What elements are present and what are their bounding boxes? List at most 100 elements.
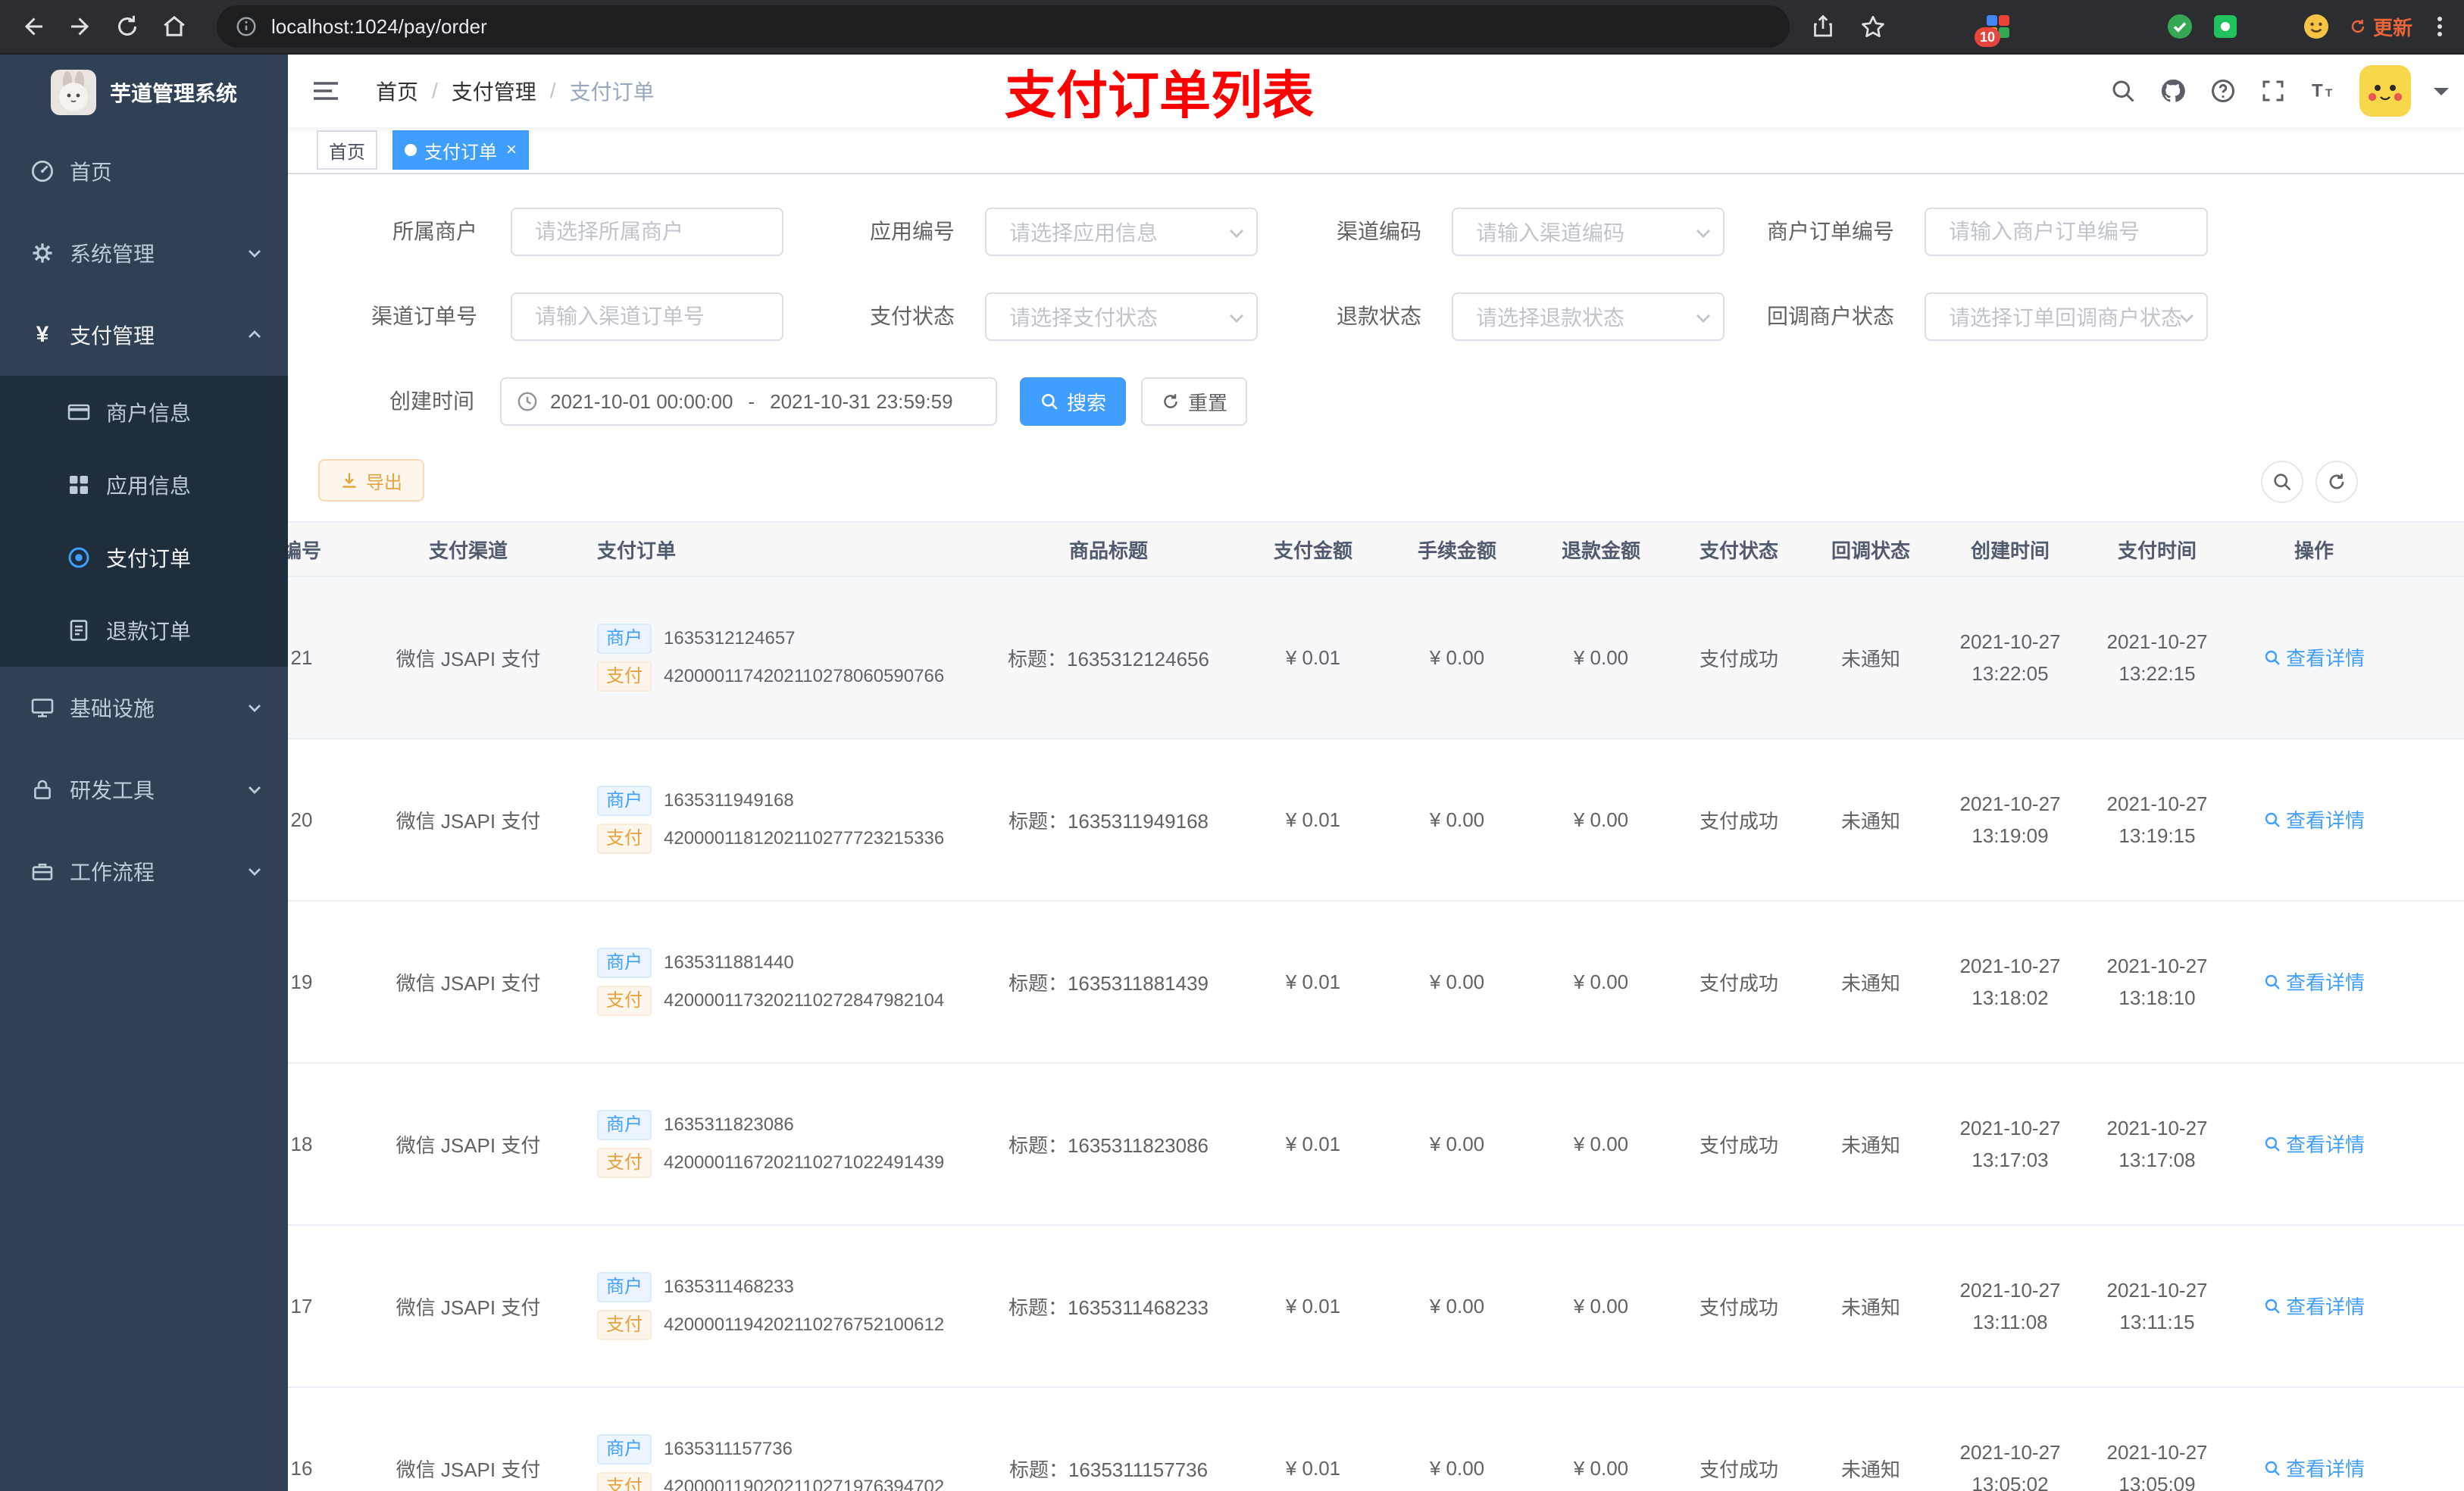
col-header-actions: 操作 [2231,521,2397,577]
refund-status-select[interactable]: 请选择退款状态 [1452,292,1724,341]
sidebar-item-pay-order[interactable]: 支付订单 [0,521,288,594]
filter-label-merchant-order-no: 商户订单编号 [1766,220,1894,243]
breadcrumb-home[interactable]: 首页 [376,76,418,106]
pay-status-select[interactable]: 请选择支付状态 [985,292,1258,341]
view-detail-link[interactable]: 查看详情 [2263,967,2365,996]
browser-menu-icon[interactable] [2437,17,2443,36]
dashboard-icon [30,159,55,183]
sidebar-item-app-info[interactable]: 应用信息 [0,449,288,521]
tab-home[interactable]: 首页 [317,130,377,170]
view-detail-link[interactable]: 查看详情 [2263,1130,2365,1158]
owner-merchant-input[interactable] [511,208,783,256]
chevron-down-icon [1226,223,1247,244]
extension-icon-green-square[interactable] [2212,14,2238,39]
view-detail-link[interactable]: 查看详情 [2263,643,2365,671]
url-bar[interactable]: localhost:1024/pay/order [217,5,1790,48]
sidebar-item-label: 退款订单 [106,620,192,643]
pay-tag: 支付 [597,1148,652,1178]
browser-home-button[interactable] [161,13,188,40]
merchant-order-no-input[interactable] [1925,208,2208,256]
extension-icon-olive[interactable] [2122,14,2147,39]
share-icon[interactable] [1809,13,1837,40]
cell-title: 标题：1635311468233 [976,1225,1241,1388]
chevron-down-icon [2176,308,2197,329]
sidebar-item-merchant-info[interactable]: 商户信息 [0,376,288,449]
sidebar-item-home[interactable]: 首页 [0,130,288,212]
cell-callback-status: 未通知 [1805,1225,1937,1388]
chevron-down-icon [245,780,264,799]
search-button[interactable]: 搜索 [1020,377,1126,426]
filter-label-create-time: 创建时间 [389,389,474,413]
chevron-down-icon [1226,308,1247,329]
browser-update-button[interactable]: 更新 [2349,13,2412,41]
url-text: localhost:1024/pay/order [271,14,487,38]
cell-pay-order: 商户 1635311468233 支付 42000011942021102767… [582,1225,976,1388]
page-annotation-title: 支付订单列表 [1004,67,1315,125]
pay-tag: 支付 [597,661,652,692]
sidebar-item-label: 支付管理 [70,324,155,348]
channel-code-select[interactable]: 请输入渠道编码 [1452,208,1724,256]
cell-pay-time: 2021-10-27 13:18:10 [2084,901,2231,1064]
chevron-up-icon [245,326,264,344]
tab-pay-order[interactable]: 支付订单 × [392,130,530,170]
magnifier-icon [2265,1136,2280,1152]
help-icon[interactable] [2209,77,2237,105]
profile-avatar-icon[interactable] [2303,14,2329,39]
browser-forward-button[interactable] [67,13,94,40]
sidebar-item-system[interactable]: 系统管理 [0,212,288,294]
filter-label-owner-merchant: 所属商户 [392,220,477,243]
merchant-order-no: 1635312124657 [664,628,796,649]
channel-order-no-input[interactable] [511,292,783,341]
col-header-title: 商品标题 [976,521,1241,577]
sidebar-logo[interactable]: 芋道管理系统 [0,55,288,130]
callback-status-select[interactable]: 请选择订单回调商户状态 [1925,292,2208,341]
sidebar-item-dev-tools[interactable]: 研发工具 [0,749,288,830]
cell-pay-amount: ¥ 0.01 [1241,1225,1385,1388]
sidebar-item-workflow[interactable]: 工作流程 [0,830,288,912]
sidebar-item-refund-order[interactable]: 退款订单 [0,594,288,667]
view-detail-link[interactable]: 查看详情 [2263,1292,2365,1320]
font-size-icon[interactable]: TT [2309,77,2337,105]
export-button[interactable]: 导出 [318,459,424,502]
search-icon[interactable] [2109,77,2137,105]
extension-icon-dark[interactable] [2258,14,2284,39]
browser-back-button[interactable] [20,13,47,40]
toggle-search-button[interactable] [2261,461,2303,503]
range-separator: - [748,389,755,413]
sidebar-item-infra[interactable]: 基础设施 [0,667,288,749]
cell-id: 17 [288,1225,355,1388]
refresh-table-button[interactable] [2315,461,2358,503]
breadcrumb-pay-manage[interactable]: 支付管理 [452,76,536,106]
tab-close-icon[interactable]: × [506,141,517,159]
hamburger-icon[interactable] [311,76,341,106]
col-header-callback-status: 回调状态 [1805,521,1937,577]
app-id-select[interactable]: 请选择应用信息 [985,208,1258,256]
cell-pay-order: 商户 1635311881440 支付 42000011732021102728… [582,901,976,1064]
site-info-icon[interactable] [235,15,258,38]
document-icon [67,618,91,642]
extension-icon-blue[interactable] [2031,14,2056,39]
avatar-caret-icon[interactable] [2434,88,2449,103]
cell-filler [2397,577,2464,739]
view-detail-link[interactable]: 查看详情 [2263,1454,2365,1482]
extension-icon-gray[interactable] [2076,14,2102,39]
cell-pay-order: 商户 1635311949168 支付 42000011812021102777… [582,739,976,902]
extension-icon-grid[interactable]: 10 [1974,14,2011,47]
create-time-range-picker[interactable]: 2021-10-01 00:00:00 - 2021-10-31 23:59:5… [500,377,997,426]
cell-pay-amount: ¥ 0.01 [1241,739,1385,902]
reset-button[interactable]: 重置 [1141,377,1247,426]
cell-pay-amount: ¥ 0.01 [1241,901,1385,1064]
col-header-pay-order: 支付订单 [582,521,976,577]
extension-icon-green-check[interactable] [2167,14,2193,39]
bookmark-star-icon[interactable] [1859,13,1887,40]
cell-filler [2397,901,2464,1064]
user-avatar[interactable] [2359,65,2411,117]
browser-reload-button[interactable] [114,13,141,40]
table-row: 19 微信 JSAPI 支付 商户 1635311881440 支付 42000… [288,901,2464,1064]
sidebar-item-payment[interactable]: ¥ 支付管理 [0,294,288,376]
cell-callback-status: 未通知 [1805,739,1937,902]
github-icon[interactable] [2159,77,2187,105]
fullscreen-icon[interactable] [2259,77,2287,105]
sidebar-item-label: 应用信息 [106,474,192,498]
view-detail-link[interactable]: 查看详情 [2263,805,2365,833]
